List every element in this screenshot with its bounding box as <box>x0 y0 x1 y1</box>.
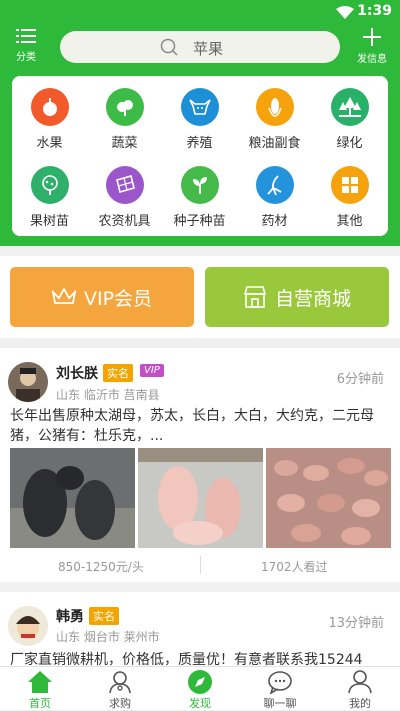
category-menu-label: 分类 <box>16 52 36 63</box>
search-input[interactable]: 苹果 <box>60 31 340 63</box>
category-herbs[interactable]: 药材 <box>237 166 312 229</box>
post-time: 13分钟前 <box>328 616 384 631</box>
fruit-tree-icon <box>30 166 69 204</box>
post-feed: 刘长朕 实名 VIP 山东 临沂市 莒南县 6分钟前 长年出售原种太湖母，苏太，… <box>0 348 400 666</box>
ginseng-icon <box>255 166 294 204</box>
tab-label: 求购 <box>109 697 131 710</box>
vip-badge: VIP <box>140 364 164 377</box>
tab-label: 我的 <box>349 697 371 710</box>
status-time: 1:39 <box>357 3 392 19</box>
vegetable-icon <box>105 88 144 126</box>
trees-icon <box>330 88 369 126</box>
bottom-tab-bar: 首页 求购 发现 聊一聊 我的 <box>0 666 400 710</box>
post-info-button[interactable]: 发信息 <box>352 28 392 65</box>
category-label: 粮油副食 <box>248 136 301 151</box>
post-info-label: 发信息 <box>357 54 387 65</box>
crown-icon <box>51 288 76 304</box>
category-vegetable[interactable]: 蔬菜 <box>87 88 162 151</box>
category-menu-button[interactable]: 分类 <box>6 28 46 63</box>
solar-panel-icon <box>105 166 144 204</box>
tab-discover[interactable]: 发现 <box>160 669 240 711</box>
category-label: 果树苗 <box>29 214 69 229</box>
tab-label: 发现 <box>189 697 211 710</box>
category-grid: 水果 蔬菜 养殖 粮油副食 绿化 果树苗 农资机具 种子种苗 药材 其他 <box>12 76 388 236</box>
buy-request-icon <box>109 671 131 694</box>
post-meta: 850-1250元/头 1702人看过 <box>0 554 400 578</box>
category-label: 种子种苗 <box>173 214 226 229</box>
post-content[interactable]: 厂家直销微耕机，价格低，质量优！有意者联系我15244 <box>10 650 390 666</box>
category-agri-machinery[interactable]: 农资机具 <box>87 166 162 229</box>
grid-icon <box>330 166 369 204</box>
tab-label: 聊一聊 <box>263 697 297 710</box>
category-livestock[interactable]: 养殖 <box>162 88 237 151</box>
self-store-label: 自营商城 <box>274 287 351 310</box>
vip-member-label: VIP会员 <box>83 287 153 310</box>
post-views: 1702人看过 <box>261 560 328 574</box>
category-label: 水果 <box>36 136 63 151</box>
post-photo[interactable] <box>138 448 263 548</box>
search-icon <box>160 38 178 56</box>
real-name-badge: 实名 <box>89 607 119 625</box>
promo-bar: VIP会员 自营商城 <box>0 256 400 338</box>
cow-icon <box>180 88 219 126</box>
tab-chat[interactable]: 聊一聊 <box>240 669 320 711</box>
post-card[interactable]: 刘长朕 实名 VIP 山东 临沂市 莒南县 6分钟前 长年出售原种太湖母，苏太，… <box>0 348 400 582</box>
user-location: 山东 烟台市 莱州市 <box>56 630 160 644</box>
compass-icon <box>188 670 212 694</box>
chat-icon <box>268 671 292 694</box>
category-label: 药材 <box>261 214 288 229</box>
corn-icon <box>255 88 294 126</box>
user-location: 山东 临沂市 莒南县 <box>56 388 160 402</box>
real-name-badge: 实名 <box>103 364 133 382</box>
category-label: 农资机具 <box>98 214 151 229</box>
user-name[interactable]: 韩勇 <box>56 606 84 626</box>
status-bar: 1:39 <box>0 0 400 24</box>
category-grain-oil[interactable]: 粮油副食 <box>237 88 312 151</box>
wifi-icon <box>336 6 354 19</box>
top-header: 分类 苹果 发信息 <box>0 24 400 66</box>
sprout-icon <box>180 166 219 204</box>
category-seeds[interactable]: 种子种苗 <box>162 166 237 229</box>
tab-label: 首页 <box>29 697 51 710</box>
category-other[interactable]: 其他 <box>312 166 387 229</box>
category-label: 绿化 <box>336 136 363 151</box>
avatar[interactable] <box>8 606 48 646</box>
home-icon <box>28 671 52 693</box>
tab-buy-request[interactable]: 求购 <box>80 669 160 711</box>
category-label: 其他 <box>336 214 363 229</box>
tab-home[interactable]: 首页 <box>0 669 80 711</box>
avatar[interactable] <box>8 362 48 402</box>
category-fruit[interactable]: 水果 <box>12 88 87 151</box>
post-card[interactable]: 韩勇 实名 山东 烟台市 莱州市 13分钟前 厂家直销微耕机，价格低，质量优！有… <box>0 592 400 666</box>
post-price: 850-1250元/头 <box>58 560 144 574</box>
post-photo[interactable] <box>10 448 135 548</box>
post-time: 6分钟前 <box>336 372 384 387</box>
self-store-button[interactable]: 自营商城 <box>205 267 389 327</box>
user-name[interactable]: 刘长朕 <box>56 363 98 383</box>
tab-profile[interactable]: 我的 <box>320 669 400 711</box>
section-divider <box>0 582 400 592</box>
apple-icon <box>30 88 69 126</box>
category-label: 蔬菜 <box>111 136 138 151</box>
post-photo[interactable] <box>266 448 391 548</box>
profile-icon <box>348 670 372 694</box>
post-content[interactable]: 长年出售原种太湖母，苏太，长白，大白，大约克，二元母猪，公猪有：杜乐克，... <box>10 406 390 446</box>
search-text: 苹果 <box>193 40 224 58</box>
list-menu-icon <box>16 29 36 43</box>
plus-icon <box>363 28 381 46</box>
category-greening[interactable]: 绿化 <box>312 88 387 151</box>
store-icon <box>243 286 267 308</box>
category-label: 养殖 <box>186 136 213 151</box>
category-fruit-seedling[interactable]: 果树苗 <box>12 166 87 229</box>
divider <box>200 556 201 574</box>
vip-member-button[interactable]: VIP会员 <box>10 267 194 327</box>
